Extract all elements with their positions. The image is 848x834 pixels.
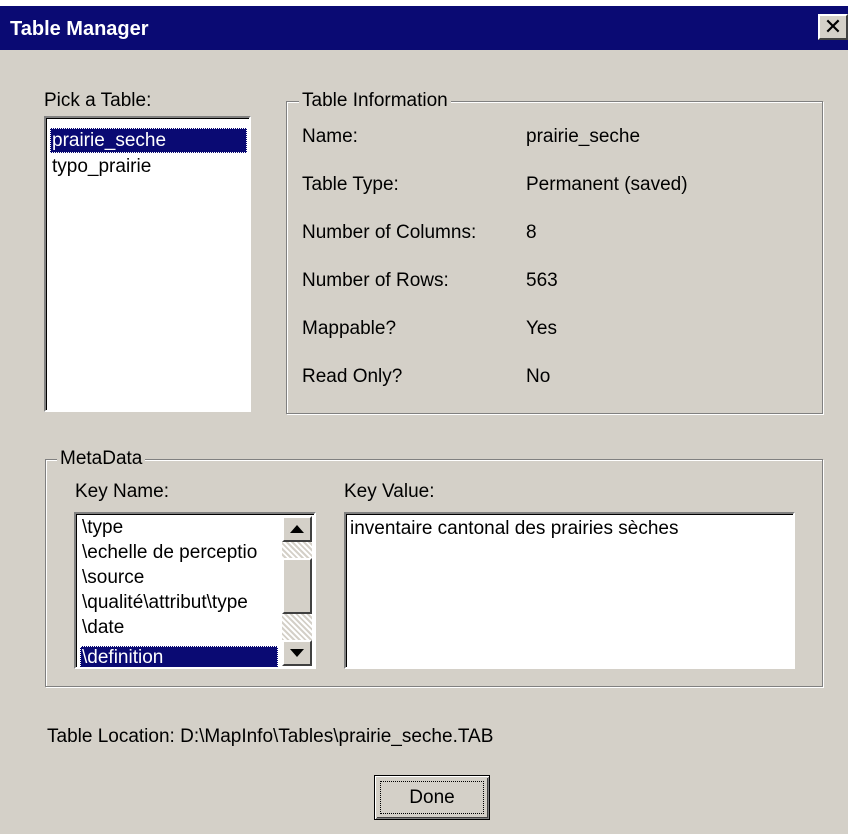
scroll-thumb[interactable]	[282, 558, 312, 614]
key-list-scrollbar[interactable]	[282, 516, 312, 666]
scroll-up-button[interactable]	[282, 516, 312, 542]
info-rows-value: 563	[526, 270, 558, 291]
key-list-item[interactable]: \definition	[80, 646, 278, 667]
table-manager-dialog: Table Manager ✕ Pick a Table: prairie_se…	[0, 0, 848, 834]
key-list-item[interactable]: \source	[80, 565, 278, 590]
info-readonly-value: No	[526, 366, 551, 387]
info-name-label: Name:	[302, 126, 358, 147]
info-table-type-value: Permanent (saved)	[526, 174, 688, 195]
key-value-textbox[interactable]: inventaire cantonal des prairies sèches	[344, 512, 795, 669]
key-name-label: Key Name:	[75, 481, 169, 502]
done-button[interactable]: Done	[374, 775, 490, 820]
key-list-item[interactable]: \type	[80, 515, 278, 540]
pick-table-label: Pick a Table:	[44, 90, 152, 111]
key-list-item[interactable]: \qualité\attribut\type	[80, 590, 278, 615]
close-icon: ✕	[823, 14, 843, 39]
window-title: Table Manager	[10, 18, 149, 40]
key-value-text: inventaire cantonal des prairies sèches	[350, 518, 679, 539]
info-columns-label: Number of Columns:	[302, 222, 477, 243]
info-rows-label: Number of Rows:	[302, 270, 449, 291]
close-button[interactable]: ✕	[818, 14, 848, 40]
info-mappable-label: Mappable?	[302, 318, 397, 339]
arrow-up-icon	[290, 525, 304, 533]
key-name-listbox[interactable]: \type \echelle de perceptio \source \qua…	[74, 512, 316, 669]
info-columns-value: 8	[526, 222, 537, 243]
key-value-label: Key Value:	[344, 481, 435, 502]
key-list-item[interactable]: \date	[80, 615, 278, 640]
table-information-legend: Table Information	[299, 90, 451, 112]
arrow-down-icon	[290, 649, 304, 657]
info-mappable-value: Yes	[526, 318, 557, 339]
title-bar[interactable]: Table Manager	[0, 0, 848, 50]
table-list-item[interactable]: typo_prairie	[50, 154, 247, 179]
key-list-item[interactable]: \echelle de perceptio	[80, 540, 278, 565]
scroll-down-button[interactable]	[282, 640, 312, 666]
info-readonly-label: Read Only?	[302, 366, 403, 387]
table-location-text: Table Location: D:\MapInfo\Tables\prairi…	[47, 726, 494, 747]
focus-rectangle	[380, 781, 484, 814]
info-table-type-label: Table Type:	[302, 174, 399, 195]
table-list-item[interactable]: prairie_seche	[50, 128, 247, 153]
table-listbox[interactable]: prairie_seche typo_prairie	[44, 116, 251, 412]
info-name-value: prairie_seche	[526, 126, 641, 147]
metadata-legend: MetaData	[57, 448, 146, 470]
